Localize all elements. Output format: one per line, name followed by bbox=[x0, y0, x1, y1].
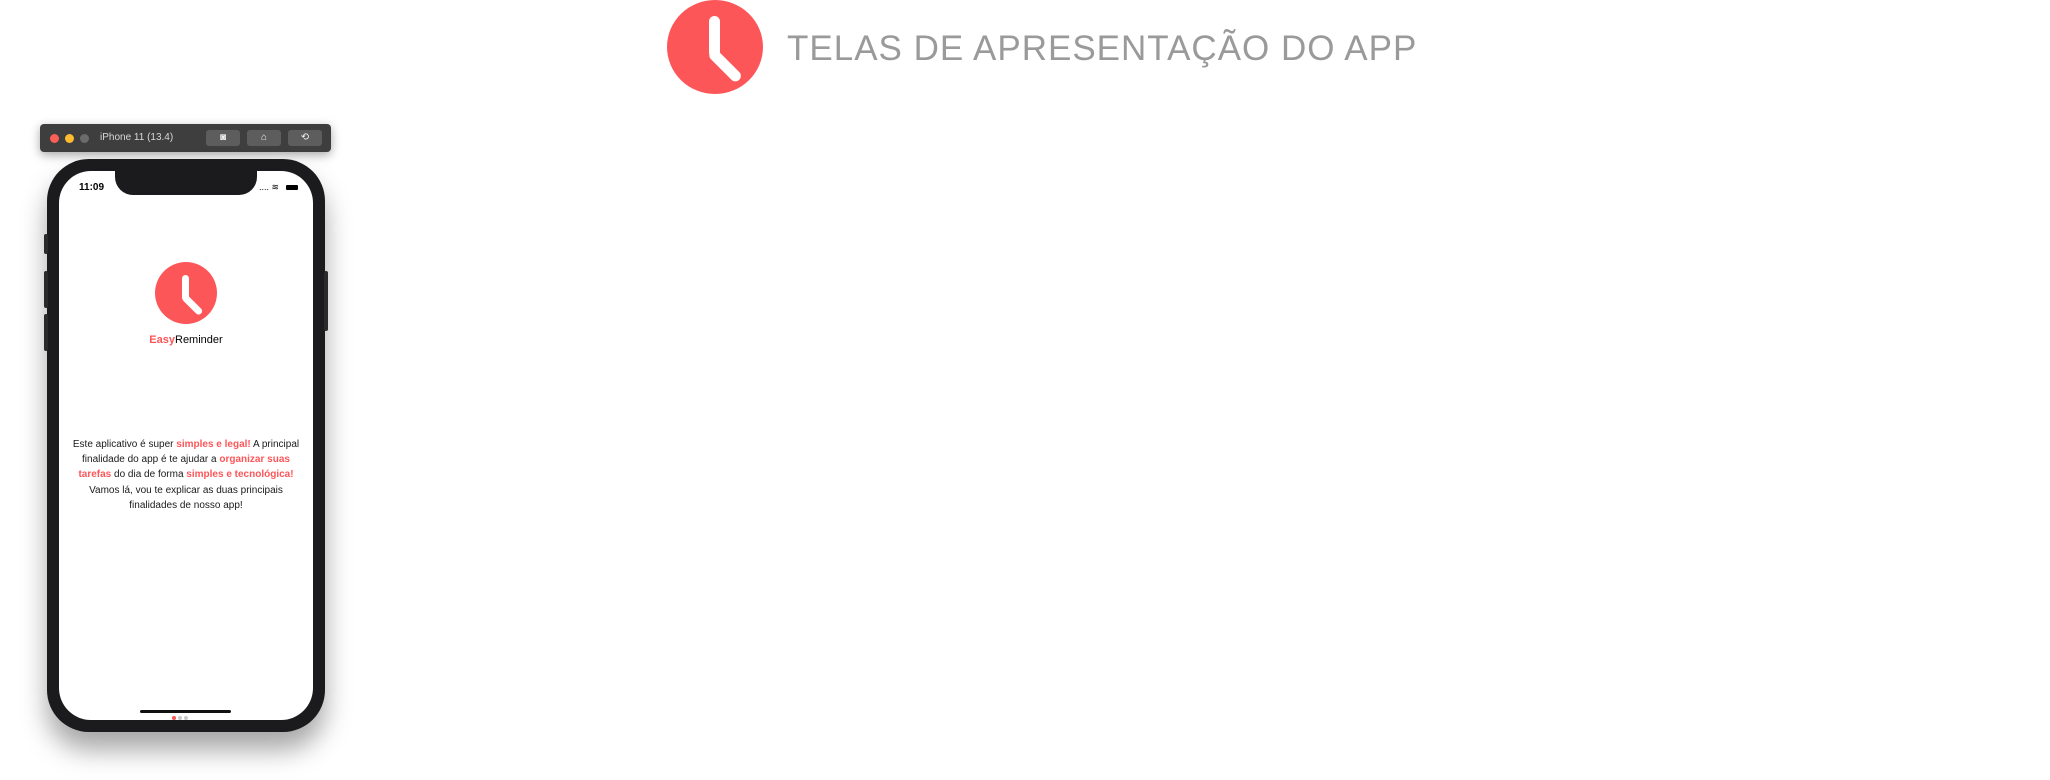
page-dot[interactable] bbox=[184, 716, 188, 720]
mute-switch bbox=[44, 234, 48, 254]
status-time: 11:09 bbox=[79, 182, 105, 193]
clock-hand-minute bbox=[180, 293, 204, 317]
intro-text-part: Vamos lá, vou te explicar as duas princi… bbox=[89, 484, 283, 511]
intro-text-part: Este aplicativo é super bbox=[72, 439, 177, 450]
intro-text: Este aplicativo é super simples e legal!… bbox=[69, 437, 303, 513]
intro-highlight: simples e legal! bbox=[176, 439, 251, 450]
phone-screen[interactable]: 11:09 .... ≋ EasyReminder Este aplicativ… bbox=[59, 171, 313, 720]
screenshot-button[interactable]: ◙ bbox=[206, 130, 240, 146]
status-icons: .... ≋ bbox=[259, 182, 298, 193]
screenshot-icon: ◙ bbox=[219, 132, 227, 143]
rotate-button[interactable]: ⟲ bbox=[288, 130, 322, 146]
rotate-icon: ⟲ bbox=[300, 132, 310, 143]
page-indicator[interactable] bbox=[171, 707, 189, 720]
battery-icon bbox=[285, 185, 298, 191]
simulator-toolbar: iPhone 11 (13.4) ◙ ⌂ ⟲ bbox=[40, 124, 331, 152]
page-dot[interactable] bbox=[178, 716, 182, 720]
home-button[interactable]: ⌂ bbox=[247, 130, 281, 146]
intro-text-part: do dia de forma bbox=[111, 469, 187, 481]
simulator-device-name: iPhone 11 (13.4) bbox=[100, 132, 174, 143]
app-logo-clock-icon bbox=[155, 262, 217, 324]
window-maximize-button[interactable] bbox=[80, 134, 89, 143]
window-minimize-button[interactable] bbox=[65, 134, 74, 143]
window-close-button[interactable] bbox=[50, 134, 59, 143]
volume-down-button bbox=[44, 314, 48, 351]
app-name: EasyReminder bbox=[59, 334, 313, 346]
page-title: TELAS DE APRESENTAÇÃO DO APP bbox=[787, 29, 1418, 68]
home-indicator[interactable] bbox=[140, 710, 231, 713]
app-name-suffix: Reminder bbox=[175, 334, 223, 346]
volume-up-button bbox=[44, 271, 48, 308]
phone-frame: 11:09 .... ≋ EasyReminder Este aplicativ… bbox=[44, 159, 328, 732]
intro-highlight: simples e tecnológica! bbox=[186, 469, 294, 481]
home-icon: ⌂ bbox=[260, 132, 268, 143]
signal-icon: .... bbox=[259, 182, 270, 192]
page-dot[interactable] bbox=[172, 716, 176, 720]
clock-hand-minute bbox=[707, 47, 744, 84]
app-name-prefix: Easy bbox=[149, 334, 175, 346]
wifi-icon: ≋ bbox=[271, 182, 280, 192]
phone-notch bbox=[115, 171, 257, 195]
clock-icon bbox=[667, 0, 763, 94]
power-button bbox=[324, 271, 328, 331]
